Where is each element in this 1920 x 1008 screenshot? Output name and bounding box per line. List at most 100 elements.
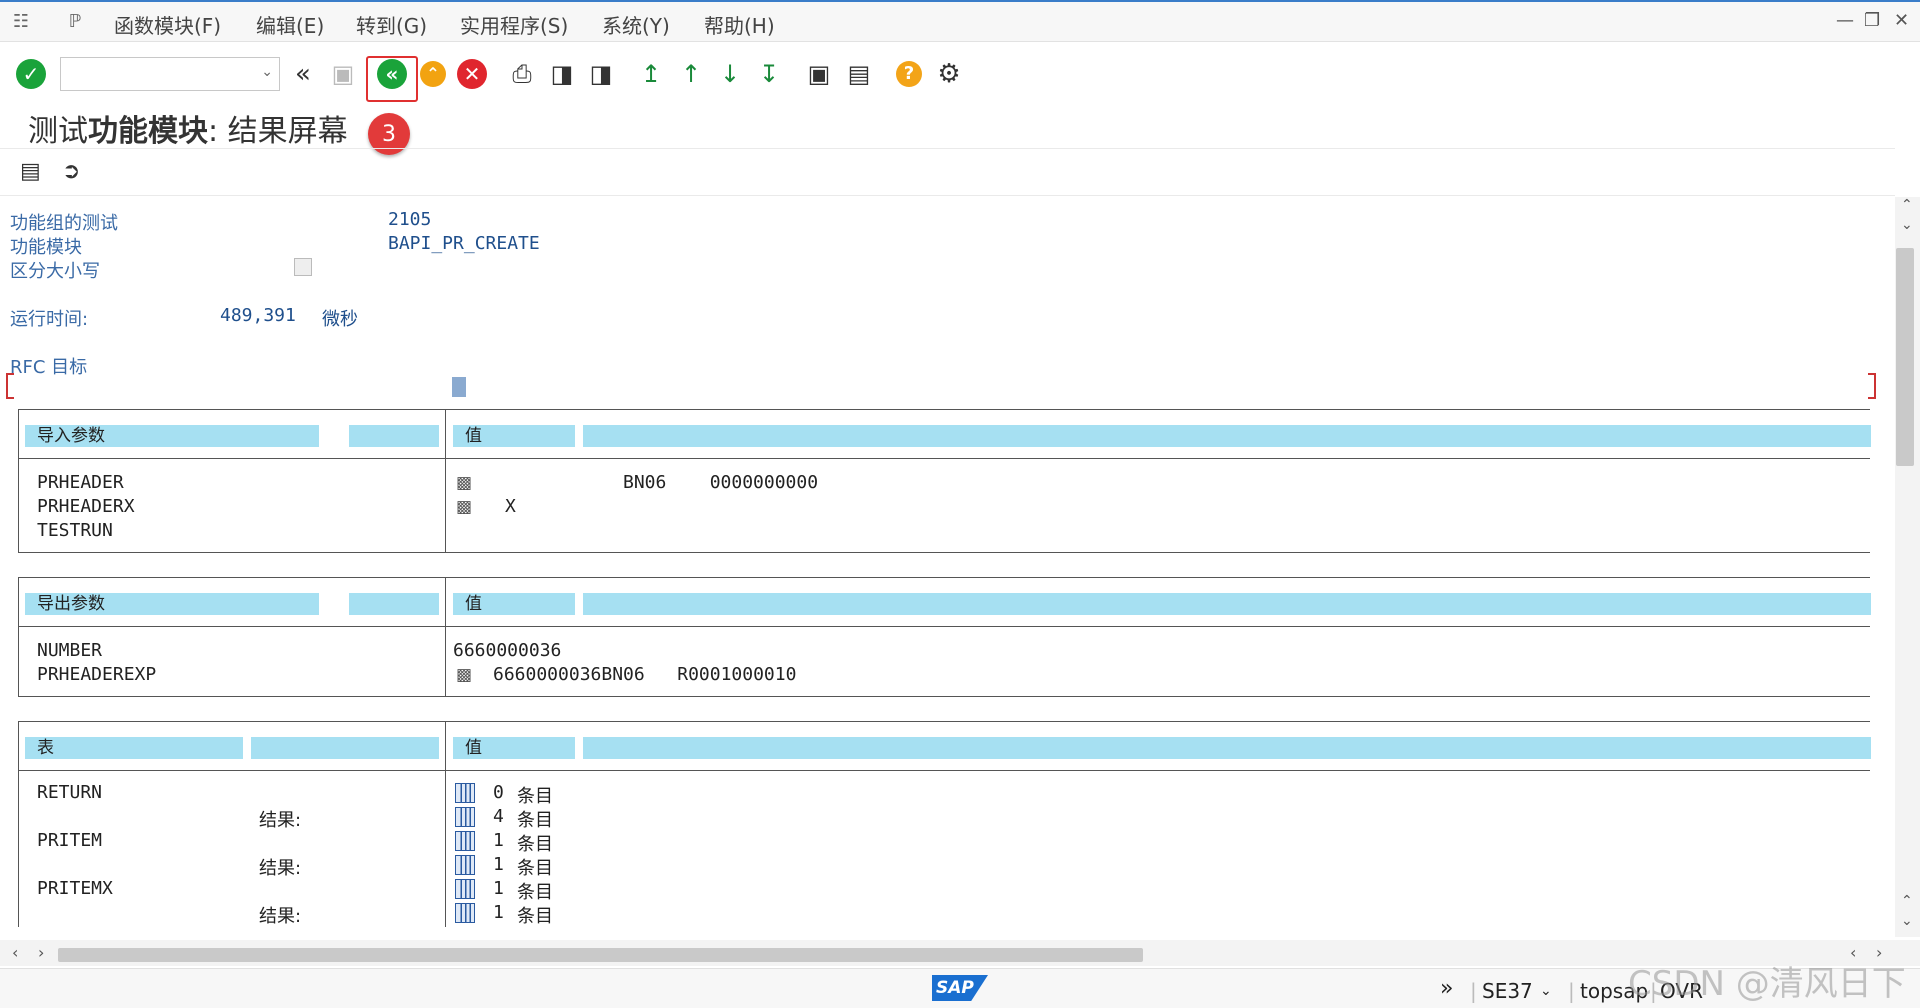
table-pritem: PRITEM [37,830,103,851]
standard-toolbar: ✓ ⌄ « ▣ « ⌃ ✕ ⎙ ◨ ◨ ↥ ↑ ↓ ↧ ▣ ▤ ? ⚙ [0,43,1920,105]
restore-icon[interactable]: ❐ [1864,10,1880,31]
minimize-icon[interactable]: — [1836,10,1854,31]
menu-utilities[interactable]: 实用程序(S) [460,10,568,39]
tables-section: 表 值 RETURN 结果: PRITEM 结果: PRITEMX 结果: 0 … [18,721,1871,927]
group-value: 2105 [388,209,432,230]
column-divider [445,578,446,696]
scroll-down-icon[interactable]: ⌄ [1901,217,1913,233]
runtime-value: 489,391 [220,305,296,326]
print-icon[interactable]: ⎙ [505,57,539,91]
pritem-count: 1 [493,830,504,851]
scroll-up-icon[interactable]: ⌃ [1901,197,1913,213]
cancel-icon[interactable]: ✕ [455,57,489,91]
help-icon[interactable]: ? [892,57,926,91]
horizontal-scroll-thumb[interactable] [58,948,1143,962]
result-label: 结果: [259,858,302,879]
export-value-header: 值 [453,593,575,615]
pritem-result-count: 1 [493,854,504,875]
next-page-icon[interactable]: ↓ [713,57,747,91]
table-icon[interactable] [455,807,475,827]
import-section: 导入参数 值 PRHEADER PRHEADERX TESTRUN ▩ ▩ BN… [18,409,1871,553]
result-label: 结果: [259,810,302,831]
settings-icon[interactable]: ⚙ [932,57,966,91]
prheaderx-value: X [505,496,516,517]
table-icon[interactable] [455,855,475,875]
first-page-icon[interactable]: ↥ [634,57,668,91]
close-window-icon[interactable]: ✕ [1894,10,1909,31]
runtime-label: 运行时间: [10,309,89,330]
prheader-value: BN06 0000000000 [623,472,819,493]
param-prheader: PRHEADER [37,472,124,493]
menu-function-module[interactable]: 函数模块(F) [114,10,221,39]
return-result-count: 4 [493,806,504,827]
highlight-box [366,56,418,102]
structure-icon[interactable]: ▩ [453,472,475,494]
chevron-down-icon[interactable]: ⌄ [261,64,273,80]
case-sensitive-label: 区分大小写 [10,261,100,282]
header-separator [19,770,1870,771]
header-separator [19,458,1870,459]
entries-unit: 条目 [517,858,553,879]
frame-corner-right [1868,373,1876,399]
menu-help[interactable]: 帮助(H) [704,10,775,39]
column-divider [445,722,446,927]
export-header: 导出参数 [25,593,319,615]
application-toolbar: ▤ ➲ [0,148,1895,196]
status-expand-icon[interactable]: » [1440,976,1453,1001]
menu-bar: ☷ ℙ 函数模块(F) 编辑(E) 转到(G) 实用程序(S) 系统(Y) 帮助… [0,2,1920,42]
import-header-fill [583,425,1871,447]
cursor-marker [452,377,466,397]
export-header-fill [583,593,1871,615]
result-label: 结果: [259,906,302,927]
save-icon[interactable]: ▣ [326,57,360,91]
app-menu-icon[interactable]: ☷ [10,12,32,32]
case-sensitive-checkbox[interactable] [294,258,312,276]
entries-unit: 条目 [517,882,553,903]
title-prefix: 测试 [28,114,88,149]
number-value: 6660000036 [453,640,562,661]
last-page-icon[interactable]: ↧ [752,57,786,91]
scroll-down-icon[interactable]: ⌄ [1901,913,1913,929]
scroll-up-icon[interactable]: ⌃ [1901,893,1913,909]
entries-unit: 条目 [517,786,553,807]
new-session-icon[interactable]: ▣ [802,57,836,91]
find-next-icon[interactable]: ◨ [584,57,618,91]
tables-value-header: 值 [453,737,575,759]
status-divider: | [1568,979,1575,1003]
find-icon[interactable]: ◨ [545,57,579,91]
exit-icon[interactable]: ⌃ [416,57,450,91]
scroll-left-icon[interactable]: ‹ [12,943,18,962]
return-count: 0 [493,782,504,803]
frame-corner-left [6,373,14,399]
structure-icon[interactable]: ▩ [453,496,475,518]
shortcut-icon[interactable]: ▤ [842,57,876,91]
structure-icon[interactable]: ▩ [453,664,475,686]
menu-goto[interactable]: 转到(G) [356,10,427,39]
back-icon[interactable]: « [286,57,320,91]
header-separator [19,626,1870,627]
transaction-code: SE37 [1482,979,1533,1003]
menu-system[interactable]: 系统(Y) [602,10,670,39]
title-suffix: : 结果屏幕 [208,114,348,149]
vertical-scroll-thumb[interactable] [1896,248,1914,466]
enter-icon[interactable]: ✓ [14,57,48,91]
chevron-down-icon[interactable]: ⌄ [1540,983,1552,999]
status-divider: | [1470,979,1477,1003]
table-icon[interactable] [455,783,475,803]
scroll-right-icon[interactable]: › [38,943,44,962]
table-icon[interactable] [455,903,475,923]
system-menu-icon[interactable]: ℙ [64,12,86,32]
prev-page-icon[interactable]: ↑ [674,57,708,91]
import-header-blank [349,425,439,447]
page-title: 测试功能模块: 结果屏幕 [28,106,348,150]
column-divider [445,410,446,552]
command-field[interactable]: ⌄ [60,57,280,91]
menu-edit[interactable]: 编辑(E) [256,10,324,39]
entries-unit: 条目 [517,834,553,855]
debug-icon[interactable]: ▤ [20,159,41,184]
select-icon[interactable]: ➲ [62,159,80,184]
table-icon[interactable] [455,831,475,851]
param-prheaderexp: PRHEADEREXP [37,664,157,685]
table-icon[interactable] [455,879,475,899]
rfc-target-label: RFC 目标 [10,357,88,378]
